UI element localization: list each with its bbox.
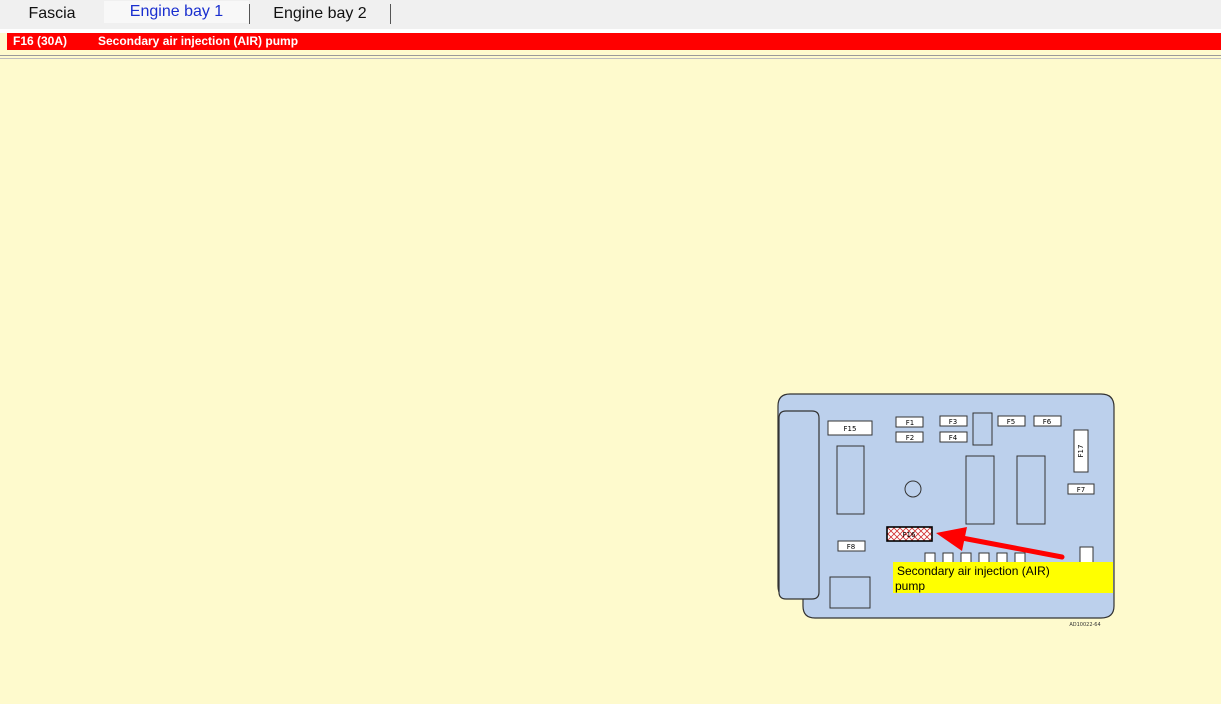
relay <box>972 412 993 446</box>
reference-code: AD10022-64 <box>1069 622 1100 628</box>
relay <box>836 445 865 515</box>
divider <box>0 55 1221 56</box>
fuse-description: Secondary air injection (AIR) pump <box>98 34 299 48</box>
fuse-label-f8: F8 <box>847 543 855 551</box>
fuse-label-f4: F4 <box>949 434 958 442</box>
mounting-hole <box>904 480 922 498</box>
relay <box>829 576 871 609</box>
tab-fascia[interactable]: Fascia <box>0 3 104 25</box>
fuse-label-f15: F15 <box>844 425 857 433</box>
divider <box>0 58 1221 59</box>
tab-engine-bay-1[interactable]: Engine bay 1 <box>104 1 249 23</box>
callout: Secondary air injection (AIR) pump <box>893 562 1113 593</box>
fuse-label-f2: F2 <box>906 434 914 442</box>
fuse-slot <box>1079 546 1094 565</box>
fuse-label-f16: F16 <box>903 531 916 539</box>
fusebox-diagram: F15 F1 F2 F3 F4 F5 F6 F17 F7 F8 F16 Seco… <box>777 393 1115 628</box>
fuse-label-f5: F5 <box>1007 418 1015 426</box>
tab-separator <box>390 4 391 24</box>
fuse-label-f7: F7 <box>1077 486 1085 494</box>
selected-fuse-bar: F16 (30A) Secondary air injection (AIR) … <box>7 33 1221 50</box>
fuse-label-f6: F6 <box>1043 418 1052 426</box>
tab-engine-bay-2[interactable]: Engine bay 2 <box>250 3 390 25</box>
callout-text-line-2: pump <box>895 579 925 593</box>
callout-text-line-1: Secondary air injection (AIR) <box>897 564 1050 578</box>
fuse-label-f1: F1 <box>906 419 914 427</box>
fuse-code: F16 (30A) <box>13 34 68 48</box>
fuse-label-f17: F17 <box>1077 445 1085 458</box>
tab-bar: Fascia Engine bay 1 Engine bay 2 <box>0 0 1221 30</box>
fuse-label-f3: F3 <box>949 418 957 426</box>
relay <box>965 455 995 525</box>
relay <box>1016 455 1046 525</box>
